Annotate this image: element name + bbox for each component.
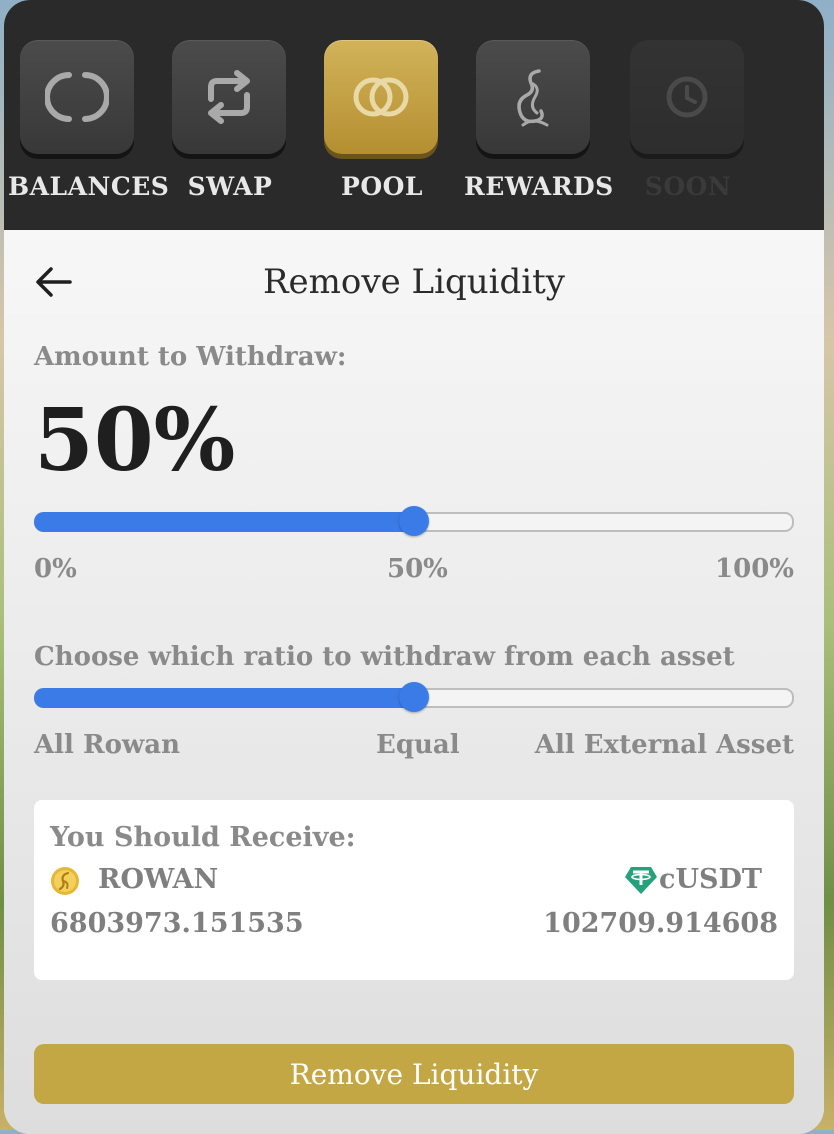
nav-label-balances: BALANCES [8, 172, 170, 201]
receive-label: You Should Receive: [50, 822, 356, 853]
pool-button[interactable] [324, 40, 438, 154]
tether-icon [625, 867, 657, 894]
rewards-icon [517, 69, 549, 127]
tick-100-percent: 100% [715, 554, 794, 584]
nav-label-swap: SWAP [187, 172, 273, 201]
slider-thumb[interactable] [399, 682, 429, 712]
slider-thumb[interactable] [399, 506, 429, 536]
main-content: Remove Liquidity Amount to Withdraw: 50%… [4, 230, 824, 1134]
swap-button[interactable] [172, 40, 286, 154]
receive-card: You Should Receive: ROWAN 6803973.151535… [34, 800, 794, 980]
swap-icon [208, 70, 250, 124]
withdraw-amount-label: Amount to Withdraw: [34, 342, 347, 372]
ratio-label: Choose which ratio to withdraw from each… [34, 642, 735, 672]
remove-liquidity-button[interactable]: Remove Liquidity [34, 1044, 794, 1104]
balances-icon [45, 72, 109, 122]
nav-rewards[interactable]: REWARDS [464, 40, 614, 215]
nav-label-soon: SOON [644, 172, 732, 201]
ratio-tick-all-external: All External Asset [534, 730, 794, 760]
slider-fill [34, 688, 414, 708]
asset-symbol-rowan: ROWAN [98, 864, 219, 895]
withdraw-amount-slider[interactable] [34, 506, 794, 536]
nav-soon: SOON [618, 40, 758, 215]
nav-swap[interactable]: SWAP [160, 40, 300, 215]
nav-label-pool: POOL [341, 172, 423, 201]
nav-label-rewards: REWARDS [464, 172, 614, 201]
ratio-tick-equal: Equal [376, 730, 460, 760]
page-title: Remove Liquidity [262, 262, 566, 302]
top-navigation: BALANCES SWAP POOL REWARDS SOON [4, 0, 824, 230]
asset-amount-rowan: 6803973.151535 [50, 908, 304, 939]
rewards-button[interactable] [476, 40, 590, 154]
nav-pool[interactable]: POOL [312, 40, 452, 215]
withdraw-percent-value: 50% [34, 390, 236, 491]
tick-50-percent: 50% [387, 554, 448, 584]
rowan-coin-icon [51, 867, 79, 895]
ratio-tick-all-rowan: All Rowan [34, 730, 181, 760]
clock-icon [666, 76, 708, 118]
soon-button [630, 40, 744, 154]
nav-balances[interactable]: BALANCES [8, 40, 170, 215]
ratio-slider[interactable] [34, 682, 794, 712]
balances-button[interactable] [20, 40, 134, 154]
asset-amount-cusdt: 102709.914608 [543, 908, 778, 939]
asset-symbol-cusdt: cUSDT [659, 864, 762, 895]
tick-0-percent: 0% [34, 554, 77, 584]
remove-liquidity-panel: BALANCES SWAP POOL REWARDS SOON Remove L… [4, 0, 824, 1134]
pool-icon [353, 77, 409, 117]
slider-fill [34, 512, 414, 532]
